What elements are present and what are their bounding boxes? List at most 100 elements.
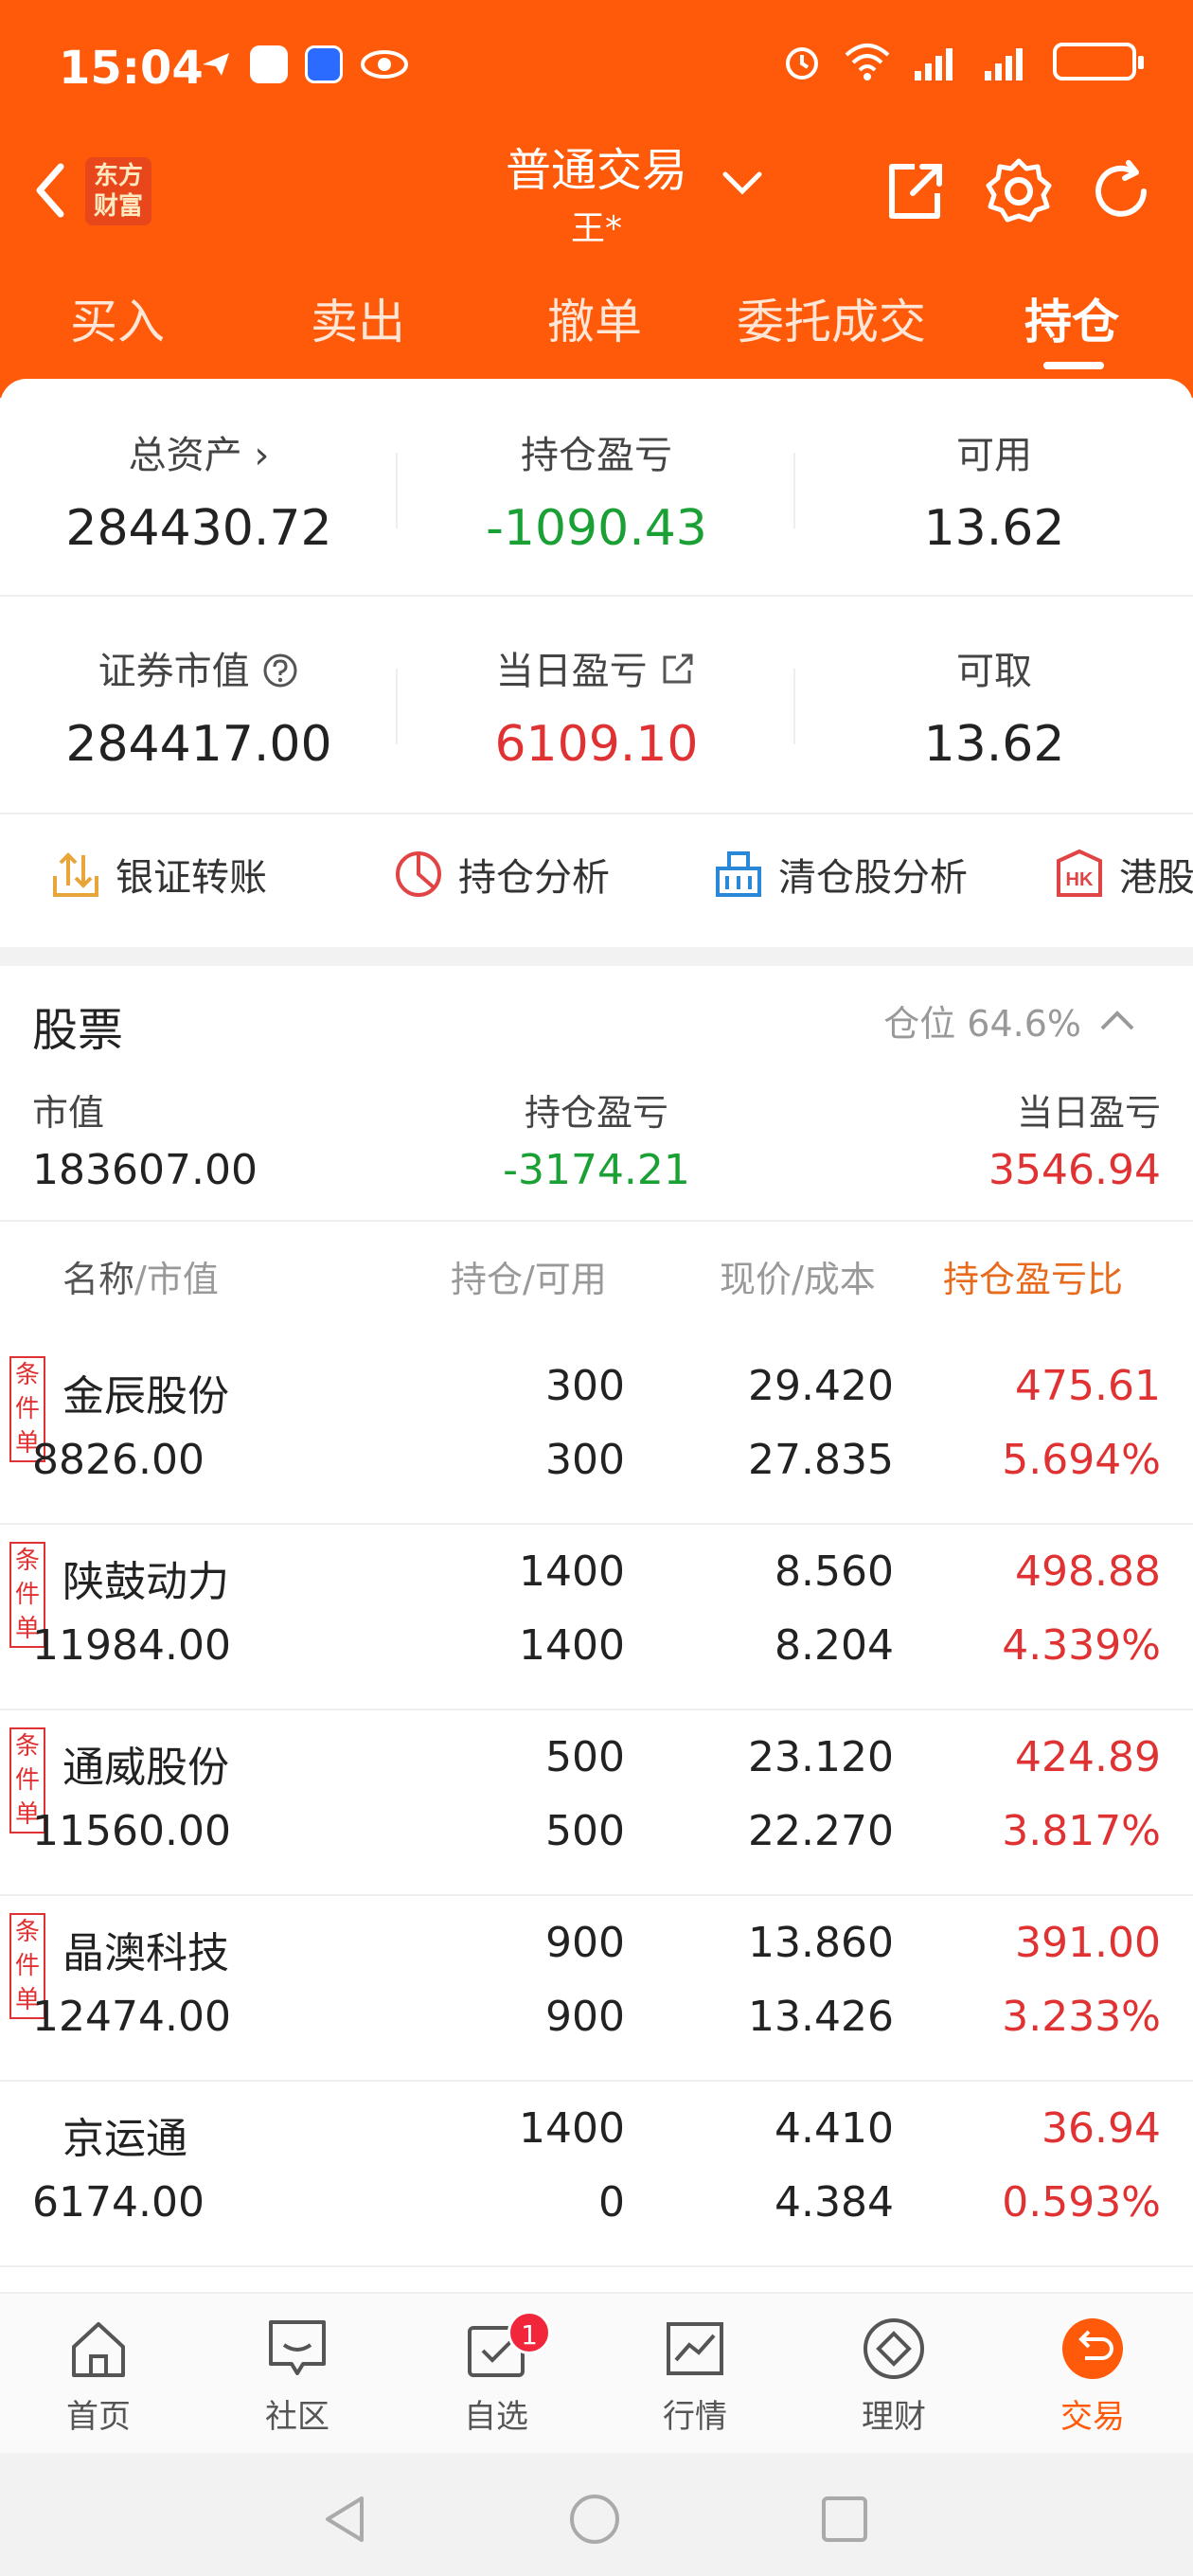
shortcut-bank-transfer[interactable]: 银证转账	[49, 847, 267, 902]
stock-name: 通威股份	[62, 1744, 229, 1792]
withdrawable-label: 可取	[956, 650, 1032, 693]
market-value-label: 证券市值	[98, 650, 250, 693]
position-pl-label: 持仓盈亏	[521, 434, 672, 477]
stock-position-pl-label: 持仓盈亏	[524, 1092, 668, 1134]
chat-icon	[269, 2320, 326, 2375]
position-pl-ratio: 0.593%	[1002, 2178, 1161, 2227]
stock-daily-pl-label: 当日盈亏	[1016, 1092, 1161, 1134]
total-assets-value: 284430.72	[65, 500, 332, 557]
shortcut-cleared-stocks[interactable]: 清仓股分析	[712, 847, 968, 902]
available-qty: 0	[598, 2178, 625, 2227]
diamond-icon	[864, 2318, 924, 2379]
status-time: 15:04	[59, 42, 204, 95]
position-pl: 475.61	[1015, 1362, 1161, 1410]
table-row[interactable]: 京运通 6174.00 1400 0 4.410 4.384 36.94 0.593%	[0, 2080, 1193, 2267]
withdrawable-value: 13.62	[923, 716, 1065, 773]
help-icon[interactable]	[261, 652, 299, 689]
holding-qty: 900	[545, 1919, 625, 1967]
position-ratio: 仓位 64.6%	[883, 1003, 1081, 1045]
svg-text:HK: HK	[1066, 869, 1094, 890]
nav-trade[interactable]: 交易	[1026, 2315, 1159, 2437]
current-price: 23.120	[748, 1733, 894, 1781]
column-pl-ratio-label: 持仓盈亏比	[943, 1259, 1124, 1300]
stock-name: 陕鼓动力	[62, 1558, 229, 1606]
position-ratio-toggle[interactable]: 仓位 64.6%	[883, 994, 1136, 1046]
column-name-sub: /市值	[134, 1259, 219, 1300]
app-header: 15:04 东方财富 普通交易 王* 买入 卖出 撤单 委托成交 持仓	[0, 0, 1193, 398]
gear-icon[interactable]	[985, 157, 1053, 225]
column-holdings[interactable]: 持仓/可用	[451, 1250, 607, 1302]
daily-pl[interactable]: 当日盈亏 6109.10	[398, 640, 795, 773]
divider	[0, 595, 1193, 597]
home-icon	[72, 2322, 125, 2377]
tab-buy[interactable]: 买入	[70, 284, 165, 352]
trade-tabs: 买入 卖出 撤单 委托成交 持仓	[0, 284, 1193, 360]
stock-market-value: 11560.00	[32, 1807, 231, 1855]
chevron-down-icon[interactable]	[721, 169, 763, 197]
daily-pl-label: 当日盈亏	[495, 650, 648, 693]
available-qty: 500	[545, 1807, 625, 1855]
market-value-label-wrap: 证券市值	[0, 640, 398, 695]
shortcut-bar: 银证转账 持仓分析 清仓股分析 HK 港股	[0, 814, 1193, 938]
nav-wealth[interactable]: 理财	[828, 2315, 960, 2437]
cost-price: 4.384	[775, 2178, 894, 2227]
position-pl-ratio: 4.339%	[1002, 1621, 1161, 1670]
external-link-icon[interactable]	[659, 650, 697, 688]
share-icon[interactable]	[881, 157, 949, 225]
column-name-label: 名称	[62, 1259, 135, 1300]
status-system-icons	[782, 42, 1144, 81]
tab-orders[interactable]: 委托成交	[737, 284, 926, 352]
shortcut-position-analysis[interactable]: 持仓分析	[392, 847, 610, 902]
stock-market-value: 12474.00	[32, 1993, 231, 2041]
position-pl: 持仓盈亏 -1090.43	[398, 424, 795, 557]
current-price: 29.420	[748, 1362, 894, 1410]
basket-icon	[716, 851, 761, 897]
shortcut-hk-stocks[interactable]: HK 港股	[1053, 847, 1193, 902]
nav-label: 首页	[66, 2398, 131, 2436]
signal-icon-2	[985, 48, 1023, 80]
available-qty: 300	[545, 1436, 625, 1484]
total-assets[interactable]: 总资产 › 284430.72	[0, 424, 398, 557]
position-pl-value: -1090.43	[486, 500, 707, 557]
holding-qty: 1400	[519, 1547, 625, 1596]
table-row[interactable]: 条件单金辰股份 8826.00 300 300 29.420 27.835 475.61 5.…	[0, 1337, 1193, 1525]
refresh-icon[interactable]	[1087, 157, 1155, 225]
tab-positions[interactable]: 持仓	[1024, 284, 1119, 352]
paper-plane-icon	[203, 53, 229, 76]
nav-home[interactable]: 首页	[32, 2315, 165, 2437]
nav-label: 交易	[1060, 2398, 1125, 2436]
holding-qty: 300	[545, 1362, 625, 1410]
cloud-app-icon	[305, 45, 343, 83]
nav-market[interactable]: 行情	[629, 2315, 761, 2437]
tab-cancel[interactable]: 撤单	[547, 284, 642, 352]
daily-pl-value: 6109.10	[494, 716, 699, 773]
table-row[interactable]: 条件单陕鼓动力 11984.00 1400 1400 8.560 8.204 498.88 4…	[0, 1523, 1193, 1710]
nav-label: 社区	[265, 2398, 329, 2436]
nav-label: 行情	[663, 2398, 727, 2436]
position-pl-ratio: 3.817%	[1002, 1807, 1161, 1855]
column-price[interactable]: 现价/成本	[720, 1250, 876, 1302]
hk-icon: HK	[1057, 849, 1102, 897]
cost-price: 27.835	[748, 1436, 894, 1484]
table-row[interactable]: 条件单通威股份 11560.00 500 500 23.120 22.270 424.89 3…	[0, 1708, 1193, 1896]
market-value: 证券市值 284417.00	[0, 640, 398, 773]
column-pl-ratio-sort[interactable]: 持仓盈亏比	[943, 1250, 1161, 1302]
stock-market-value: 11984.00	[32, 1621, 231, 1670]
cost-price: 22.270	[748, 1807, 894, 1855]
stock-name: 金辰股份	[62, 1372, 229, 1421]
available-qty: 1400	[519, 1621, 625, 1670]
nav-community[interactable]: 社区	[231, 2315, 364, 2437]
nav-watchlist[interactable]: 自选 1	[430, 2311, 562, 2437]
tab-sell[interactable]: 卖出	[311, 284, 405, 352]
system-home-icon[interactable]	[566, 2491, 623, 2548]
shortcut-label: 港股	[1119, 856, 1193, 900]
daily-pl-label-wrap: 当日盈亏	[398, 640, 795, 695]
shortcut-label: 持仓分析	[458, 856, 610, 900]
signal-icon	[915, 48, 953, 80]
system-recents-icon[interactable]	[816, 2491, 873, 2548]
table-row[interactable]: 条件单晶澳科技 12474.00 900 900 13.860 13.426 391.00 3…	[0, 1894, 1193, 2082]
current-price: 4.410	[775, 2104, 894, 2153]
stock-market-value: 8826.00	[32, 1436, 205, 1484]
system-back-icon[interactable]	[318, 2491, 375, 2548]
trend-chart-icon	[667, 2322, 723, 2375]
